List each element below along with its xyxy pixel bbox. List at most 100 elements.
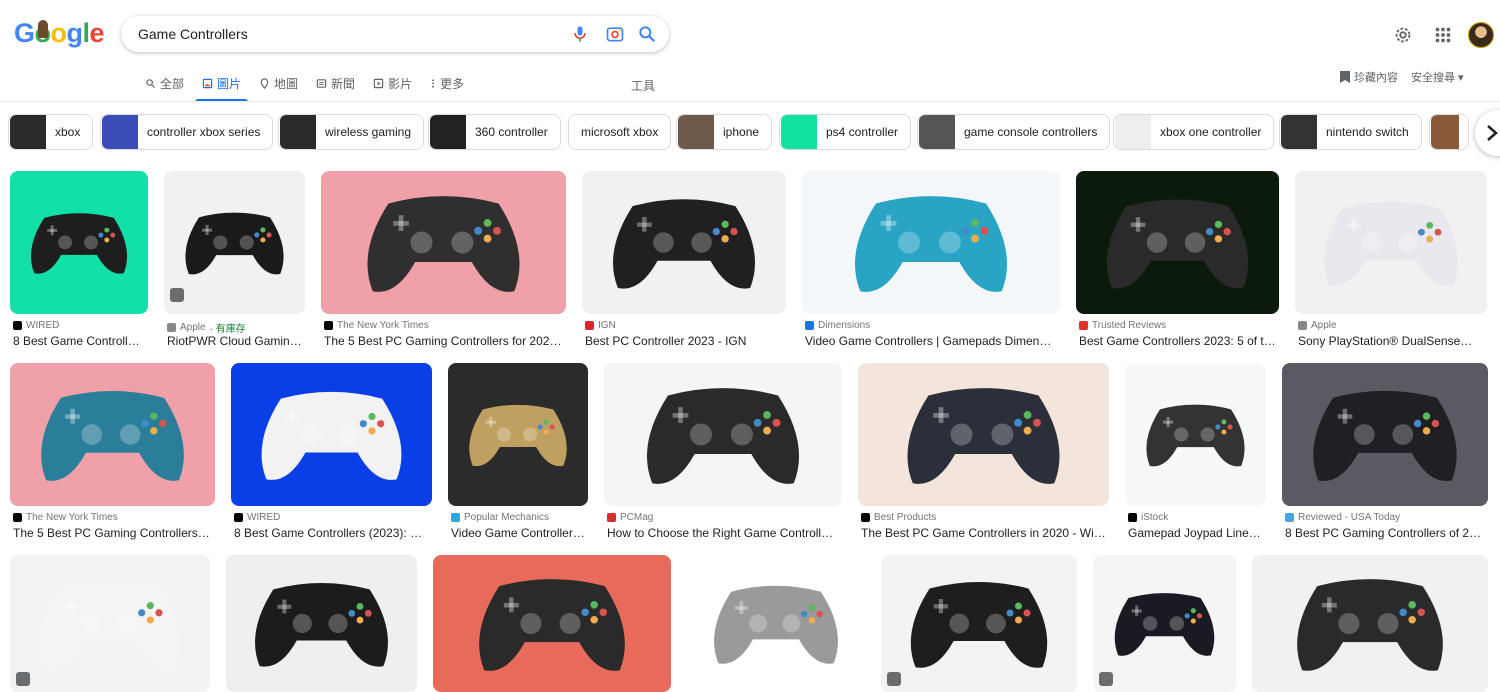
image-result-card[interactable]: The New York Times The 5 Best PC Gaming C… — [321, 171, 566, 351]
result-title[interactable]: 8 Best PC Gaming Controllers of 202... — [1285, 526, 1485, 540]
chip-wireless-gaming[interactable]: wireless gaming — [278, 114, 425, 150]
result-title[interactable]: Gamepad Joypad Linear ... — [1128, 526, 1263, 540]
chip-ps4-controller[interactable]: ps4 controller — [779, 114, 912, 150]
image-result-card[interactable]: Trusted Reviews Best Game Controllers 202… — [1076, 171, 1279, 351]
chip-iphone[interactable]: iphone — [676, 114, 773, 150]
image-result-card[interactable]: IGN Best PC Controller 2023 - IGN — [582, 171, 786, 351]
image-result-card[interactable] — [10, 555, 210, 692]
result-thumbnail[interactable] — [687, 555, 865, 692]
image-result-card[interactable]: Best Products The Best PC Game Controller… — [858, 363, 1109, 543]
result-thumbnail[interactable] — [433, 555, 671, 692]
result-thumbnail[interactable] — [231, 363, 432, 506]
result-title[interactable]: RiotPWR Cloud Gaming ... — [167, 334, 302, 348]
image-result-card[interactable]: PCMag How to Choose the Right Game Contro… — [604, 363, 842, 543]
result-title[interactable]: The 5 Best PC Gaming Controllers fo... — [13, 526, 212, 540]
result-source[interactable]: IGN — [585, 320, 616, 331]
result-source[interactable]: WIRED — [234, 512, 280, 523]
result-title[interactable]: Sony PlayStation® DualSense™ W... — [1298, 334, 1484, 348]
image-result-card[interactable]: The New York Times The 5 Best PC Gaming C… — [10, 363, 215, 543]
result-thumbnail[interactable] — [604, 363, 842, 506]
result-source[interactable]: Apple — [1298, 320, 1337, 331]
result-source[interactable]: Popular Mechanics — [451, 512, 549, 523]
result-source[interactable]: Trusted Reviews — [1079, 320, 1166, 331]
saved-link[interactable]: 珍藏內容 — [1340, 69, 1398, 85]
result-title[interactable]: Best PC Controller 2023 - IGN — [585, 334, 783, 348]
google-logo[interactable]: Google — [14, 18, 105, 49]
tab-images[interactable]: 圖片 — [193, 74, 250, 102]
result-source[interactable]: iStock — [1128, 512, 1168, 523]
result-thumbnail[interactable] — [1125, 363, 1266, 506]
result-title[interactable]: Best Game Controllers 2023: 5 of the... — [1079, 334, 1276, 348]
result-title[interactable]: 8 Best Game Controllers (2023): PC,... — [234, 526, 429, 540]
chip-nintendo-switch[interactable]: nintendo switch — [1279, 114, 1422, 150]
image-result-card[interactable] — [433, 555, 671, 692]
chip-thumbnail — [1431, 115, 1459, 149]
result-thumbnail[interactable] — [321, 171, 566, 314]
apps-grid-icon[interactable] — [1432, 24, 1454, 46]
image-result-card[interactable]: Apple Sony PlayStation® DualSense™ W... — [1295, 171, 1487, 351]
image-result-card[interactable]: Popular Mechanics Video Game Controllers … — [448, 363, 588, 543]
result-thumbnail[interactable] — [10, 171, 148, 314]
result-thumbnail[interactable] — [802, 171, 1060, 314]
tools-button[interactable]: 工具 — [631, 77, 655, 94]
result-thumbnail[interactable] — [881, 555, 1077, 692]
result-thumbnail[interactable] — [10, 363, 215, 506]
result-source[interactable]: Best Products — [861, 512, 936, 523]
image-result-card[interactable] — [1252, 555, 1488, 692]
settings-gear-icon[interactable] — [1392, 24, 1414, 46]
chip-360-controller[interactable]: 360 controller — [428, 114, 561, 150]
chip-xbox-one-controller[interactable]: xbox one controller — [1113, 114, 1275, 150]
result-thumbnail[interactable] — [582, 171, 786, 314]
result-title[interactable]: The Best PC Game Controllers in 2020 - W… — [861, 526, 1106, 540]
tab-all[interactable]: 全部 — [136, 74, 193, 92]
chip-game-console-controllers[interactable]: game console controllers — [917, 114, 1111, 150]
image-result-card[interactable]: WIRED 8 Best Game Controller... — [10, 171, 148, 351]
search-box[interactable]: Game Controllers — [121, 16, 669, 52]
safesearch-menu[interactable]: 安全搜尋 ▾ — [1411, 69, 1464, 85]
tab-news[interactable]: 新聞 — [307, 74, 364, 92]
result-title[interactable]: Video Game Controllers ... — [451, 526, 585, 540]
chip-partial[interactable] — [1429, 114, 1469, 150]
lens-camera-icon[interactable] — [605, 24, 625, 44]
result-thumbnail[interactable] — [1295, 171, 1487, 314]
image-result-card[interactable] — [881, 555, 1077, 692]
result-source[interactable]: The New York Times — [324, 320, 429, 331]
search-input[interactable]: Game Controllers — [138, 26, 248, 42]
image-result-card[interactable] — [1093, 555, 1236, 692]
result-title[interactable]: 8 Best Game Controller... — [13, 334, 145, 348]
result-thumbnail[interactable] — [1076, 171, 1279, 314]
image-result-card[interactable] — [687, 555, 865, 692]
result-source[interactable]: The New York Times — [13, 512, 118, 523]
image-result-card[interactable]: Apple · 有庫存 RiotPWR Cloud Gaming ... — [164, 171, 305, 351]
chip-xbox[interactable]: xbox — [8, 114, 94, 150]
image-result-card[interactable]: WIRED 8 Best Game Controllers (2023): PC,… — [231, 363, 432, 543]
result-thumbnail[interactable] — [448, 363, 588, 506]
result-thumbnail[interactable] — [1252, 555, 1488, 692]
result-title[interactable]: How to Choose the Right Game Controller … — [607, 526, 839, 540]
tab-maps[interactable]: 地圖 — [250, 74, 307, 92]
result-thumbnail[interactable] — [226, 555, 417, 692]
result-source[interactable]: PCMag — [607, 512, 653, 523]
result-source[interactable]: Apple · 有庫存 — [167, 320, 246, 335]
image-result-card[interactable]: iStock Gamepad Joypad Linear ... — [1125, 363, 1266, 543]
result-thumbnail[interactable] — [858, 363, 1109, 506]
tab-more[interactable]: 更多 — [421, 74, 473, 92]
microphone-icon[interactable] — [570, 24, 590, 44]
image-result-card[interactable] — [226, 555, 417, 692]
image-result-card[interactable]: Reviewed - USA Today 8 Best PC Gaming Con… — [1282, 363, 1488, 543]
result-thumbnail[interactable] — [164, 171, 305, 314]
result-thumbnail[interactable] — [1093, 555, 1236, 692]
result-title[interactable]: Video Game Controllers | Gamepads Dimens… — [805, 334, 1057, 348]
result-thumbnail[interactable] — [10, 555, 210, 692]
image-result-card[interactable]: Dimensions Video Game Controllers | Gamep… — [802, 171, 1060, 351]
result-source[interactable]: Dimensions — [805, 320, 870, 331]
chip-microsoft-xbox[interactable]: microsoft xbox — [568, 114, 672, 150]
chip-controller-xbox-series[interactable]: controller xbox series — [100, 114, 274, 150]
result-source[interactable]: Reviewed - USA Today — [1285, 512, 1400, 523]
result-title[interactable]: The 5 Best PC Gaming Controllers for 202… — [324, 334, 563, 348]
search-icon[interactable] — [637, 24, 657, 44]
account-avatar[interactable] — [1468, 22, 1494, 48]
result-thumbnail[interactable] — [1282, 363, 1488, 506]
tab-videos[interactable]: 影片 — [364, 74, 421, 92]
result-source[interactable]: WIRED — [13, 320, 59, 331]
